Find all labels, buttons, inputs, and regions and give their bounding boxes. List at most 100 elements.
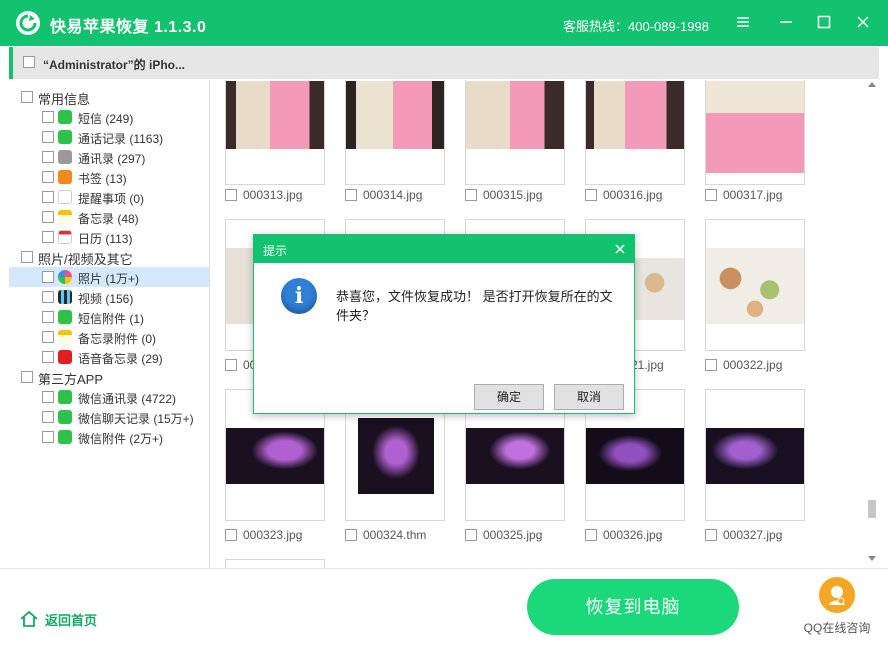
app-title: 快易苹果恢复 1.1.3.0 [50,19,207,36]
dialog-close-icon[interactable] [612,241,628,257]
checkbox[interactable] [705,359,717,371]
tree-item-wechat-contacts[interactable]: 微信通讯录 (4722) [9,387,209,407]
photo-thumbnail [226,428,324,484]
cancel-button[interactable]: 取消 [554,384,624,410]
recover-to-pc-button[interactable]: 恢复到电脑 [527,579,739,635]
tree-item-wechat-attachments[interactable]: 微信附件 (2万+) [9,427,209,447]
checkbox[interactable] [21,371,33,383]
photo-card[interactable] [585,80,685,185]
photo-label: 000325.jpg [465,528,542,542]
checkbox[interactable] [42,311,54,323]
checkbox[interactable] [465,529,477,541]
scroll-up-icon[interactable] [868,82,876,87]
photo-label: 00 [225,358,256,372]
attachment-icon [58,310,72,324]
bookmark-icon [58,170,72,184]
photo-card[interactable] [705,219,805,351]
checkbox[interactable] [345,529,357,541]
photo-label: 000313.jpg [225,188,302,202]
tree-item-videos[interactable]: 视频 (156) [9,287,209,307]
tree-group-media[interactable]: 照片/视频及其它 [9,247,209,267]
minimize-icon[interactable] [774,11,798,35]
home-link[interactable]: 返回首页 [19,609,97,629]
title-bar: 快易苹果恢复 1.1.3.0 客服热线：400-089-1998 [0,0,888,46]
app-logo-icon [16,11,40,35]
checkbox[interactable] [42,411,54,423]
home-icon [20,610,38,627]
checkbox[interactable] [225,359,237,371]
tree-item-label: 书签 (13) [78,172,127,186]
checkbox[interactable] [42,211,54,223]
photo-card[interactable] [705,80,805,185]
checkbox[interactable] [42,171,54,183]
checkbox[interactable] [42,131,54,143]
checkbox[interactable] [705,189,717,201]
checkbox[interactable] [42,191,54,203]
checkbox[interactable] [42,151,54,163]
home-label: 返回首页 [45,613,98,628]
checkbox[interactable] [585,189,597,201]
dialog-message: 恭喜您，文件恢复成功！ 是否打开恢复所在的文件夹？ [336,289,613,323]
tree-item-reminders[interactable]: 提醒事项 (0) [9,187,209,207]
photo-label: 000324.thm [345,528,426,542]
photo-label: 000317.jpg [705,188,782,202]
tree-item-wechat-chats[interactable]: 微信聊天记录 (15万+) [9,407,209,427]
tree-item-contacts[interactable]: 通讯录 (297) [9,147,209,167]
checkbox[interactable] [42,271,54,283]
tree-item-calls[interactable]: 通话记录 (1163) [9,127,209,147]
photo-card[interactable] [225,80,325,185]
contacts-icon [58,150,72,164]
maximize-icon[interactable] [812,11,836,35]
checkbox[interactable] [705,529,717,541]
checkbox[interactable] [585,529,597,541]
qq-support-icon [819,577,855,613]
device-name: “Administrator”的 iPho... [43,58,186,72]
checkbox[interactable] [42,231,54,243]
checkbox[interactable] [42,391,54,403]
success-dialog: 提示 i 恭喜您，文件恢复成功！ 是否打开恢复所在的文件夹？ 确定 取消 [253,234,635,414]
tree-item-calendar[interactable]: 日历 (113) [9,227,209,247]
tree-item-sms[interactable]: 短信 (249) [9,107,209,127]
tree-item-notes[interactable]: 备忘录 (48) [9,207,209,227]
tree-group-common[interactable]: 常用信息 [9,87,209,107]
photo-card[interactable] [345,80,445,185]
tree-item-notes-attachments[interactable]: 备忘录附件 (0) [9,327,209,347]
checkbox[interactable] [42,351,54,363]
tree-group-label: 第三方APP [38,372,104,387]
tree-item-label: 视频 (156) [78,292,134,306]
checkbox[interactable] [42,431,54,443]
checkbox[interactable] [42,111,54,123]
checkbox[interactable] [225,189,237,201]
checkbox[interactable] [225,529,237,541]
grid-scrollbar[interactable] [866,80,878,568]
tree-item-photos[interactable]: 照片 (1万+) [9,267,209,287]
tree-group-third-party[interactable]: 第三方APP [9,367,209,387]
checkbox[interactable] [42,331,54,343]
scroll-thumb[interactable] [868,500,876,518]
footer: 返回首页 恢复到电脑 QQ在线咨询 [0,568,888,648]
tree-item-bookmarks[interactable]: 书签 (13) [9,167,209,187]
checkbox[interactable] [465,189,477,201]
device-bar: “Administrator”的 iPho... [9,47,879,79]
close-icon[interactable] [851,11,875,35]
video-icon [58,290,72,304]
menu-icon[interactable] [731,11,755,35]
photo-label: 000316.jpg [585,188,662,202]
checkbox[interactable] [345,189,357,201]
checkbox[interactable] [21,251,33,263]
checkbox[interactable] [21,91,33,103]
photo-card[interactable] [225,559,325,568]
tree-item-voice-memos[interactable]: 语音备忘录 (29) [9,347,209,367]
photo-card[interactable] [705,389,805,521]
info-icon: i [281,278,317,314]
tree-item-label: 短信 (249) [78,112,134,126]
photo-card[interactable] [465,80,565,185]
scroll-down-icon[interactable] [868,556,876,561]
checkbox[interactable] [42,291,54,303]
qq-support-link[interactable]: QQ在线咨询 [797,577,877,636]
tree-item-label: 备忘录附件 (0) [78,332,157,346]
photo-thumbnail [466,81,564,149]
device-checkbox[interactable] [23,56,35,68]
tree-item-sms-attachments[interactable]: 短信附件 (1) [9,307,209,327]
ok-button[interactable]: 确定 [474,384,544,410]
